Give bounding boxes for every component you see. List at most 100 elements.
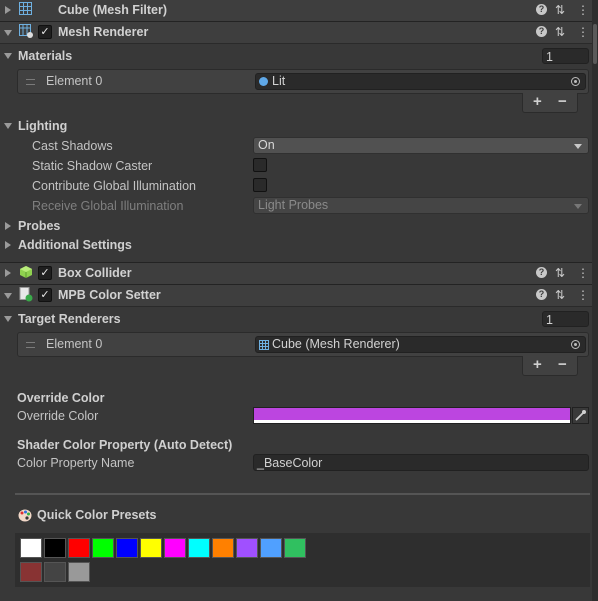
target-renderers-label[interactable]: Target Renderers xyxy=(18,312,121,326)
additional-settings-label[interactable]: Additional Settings xyxy=(18,238,132,252)
materials-add-remove: + − xyxy=(522,93,578,113)
renderers-add-remove: + − xyxy=(522,356,578,376)
materials-size-field[interactable]: 1 xyxy=(542,48,589,64)
foldout-collapsed-icon[interactable] xyxy=(5,6,11,14)
color-preset-swatch[interactable] xyxy=(44,538,66,558)
presets-icon[interactable]: ⇅ xyxy=(555,288,565,302)
color-preset-swatch[interactable] xyxy=(212,538,234,558)
color-property-name-label: Color Property Name xyxy=(17,456,135,470)
object-picker-icon[interactable] xyxy=(571,77,580,86)
probes-label[interactable]: Probes xyxy=(18,219,60,233)
object-picker-icon[interactable] xyxy=(571,340,580,349)
add-element-button[interactable]: + xyxy=(533,94,542,110)
material-icon xyxy=(259,77,268,86)
foldout-expanded-icon[interactable] xyxy=(4,293,12,299)
color-preset-swatch[interactable] xyxy=(20,538,42,558)
cast-shadows-dropdown[interactable]: On xyxy=(253,137,589,154)
more-menu-icon[interactable]: ⋮ xyxy=(577,3,589,17)
target-renderers-size-field[interactable]: 1 xyxy=(542,311,589,327)
static-shadow-caster-checkbox[interactable] xyxy=(253,158,267,172)
color-preset-swatch[interactable] xyxy=(284,538,306,558)
materials-foldout-icon[interactable] xyxy=(4,53,12,59)
help-icon[interactable]: ? xyxy=(536,26,547,37)
add-element-button[interactable]: + xyxy=(533,357,542,373)
receive-gi-dropdown: Light Probes xyxy=(253,197,589,214)
help-icon[interactable]: ? xyxy=(536,289,547,300)
remove-element-button[interactable]: − xyxy=(558,94,567,110)
target-renderers-foldout-icon[interactable] xyxy=(4,316,12,322)
chevron-down-icon xyxy=(574,204,582,209)
mesh-renderer-enabled-checkbox[interactable]: ✓ xyxy=(38,25,52,39)
presets-icon[interactable]: ⇅ xyxy=(555,3,565,17)
mesh-renderer-header[interactable]: ✓ Mesh Renderer ? ⇅ ⋮ xyxy=(0,21,592,44)
target-renderers-list: Element 0 Cube (Mesh Renderer) xyxy=(17,332,589,357)
contribute-gi-checkbox[interactable] xyxy=(253,178,267,192)
foldout-collapsed-icon[interactable] xyxy=(5,269,11,277)
cast-shadows-label: Cast Shadows xyxy=(32,139,113,153)
more-menu-icon[interactable]: ⋮ xyxy=(577,266,589,280)
probes-foldout-icon[interactable] xyxy=(5,222,11,230)
palette-icon xyxy=(18,509,32,522)
color-preset-swatch[interactable] xyxy=(116,538,138,558)
box-collider-header[interactable]: ✓ Box Collider ? ⇅ ⋮ xyxy=(0,262,592,285)
material-value: Lit xyxy=(272,74,286,88)
contribute-gi-label: Contribute Global Illumination xyxy=(32,179,196,193)
script-icon xyxy=(19,287,33,302)
shader-property-header: Shader Color Property (Auto Detect) xyxy=(17,438,233,452)
scrollbar-thumb[interactable] xyxy=(593,24,597,64)
override-color-field[interactable] xyxy=(253,407,571,424)
receive-gi-value: Light Probes xyxy=(258,198,329,212)
eyedropper-icon xyxy=(575,410,586,421)
mesh-filter-icon xyxy=(19,2,32,15)
lighting-label[interactable]: Lighting xyxy=(18,119,67,133)
lighting-foldout-icon[interactable] xyxy=(4,123,12,129)
quick-color-presets-header: Quick Color Presets xyxy=(37,508,157,522)
box-collider-title: Box Collider xyxy=(58,266,132,280)
drag-handle-icon[interactable] xyxy=(26,79,35,85)
color-preset-swatch[interactable] xyxy=(164,538,186,558)
override-color-header: Override Color xyxy=(17,391,105,405)
receive-gi-label: Receive Global Illumination xyxy=(32,199,184,213)
additional-settings-foldout-icon[interactable] xyxy=(5,241,11,249)
drag-handle-icon[interactable] xyxy=(26,342,35,348)
help-icon[interactable]: ? xyxy=(536,267,547,278)
color-preset-swatch[interactable] xyxy=(92,538,114,558)
box-collider-enabled-checkbox[interactable]: ✓ xyxy=(38,266,52,280)
mpb-color-setter-header[interactable]: ✓ MPB Color Setter ? ⇅ ⋮ xyxy=(0,284,592,307)
inspector-scrollbar[interactable] xyxy=(592,0,598,601)
presets-icon[interactable]: ⇅ xyxy=(555,25,565,39)
color-preset-swatch[interactable] xyxy=(188,538,210,558)
static-shadow-caster-label: Static Shadow Caster xyxy=(32,159,153,173)
box-collider-icon xyxy=(20,266,32,278)
color-preset-swatch[interactable] xyxy=(68,538,90,558)
eyedropper-button[interactable] xyxy=(572,407,589,424)
renderer-object-field[interactable]: Cube (Mesh Renderer) xyxy=(255,336,586,353)
more-menu-icon[interactable]: ⋮ xyxy=(577,288,589,302)
color-preset-swatch[interactable] xyxy=(20,562,42,582)
presets-icon[interactable]: ⇅ xyxy=(555,266,565,280)
mesh-renderer-icon xyxy=(19,24,33,38)
remove-element-button[interactable]: − xyxy=(558,357,567,373)
separator xyxy=(15,493,590,495)
color-preset-swatch[interactable] xyxy=(68,562,90,582)
mesh-filter-header[interactable]: Cube (Mesh Filter) ? ⇅ ⋮ xyxy=(0,0,592,22)
renderer-value: Cube (Mesh Renderer) xyxy=(272,337,400,351)
chevron-down-icon xyxy=(574,144,582,149)
color-property-name-input[interactable]: _BaseColor xyxy=(253,454,589,471)
materials-list: Element 0 Lit xyxy=(17,69,589,94)
color-preset-swatch[interactable] xyxy=(140,538,162,558)
material-object-field[interactable]: Lit xyxy=(255,73,586,90)
more-menu-icon[interactable]: ⋮ xyxy=(577,25,589,39)
cast-shadows-value: On xyxy=(258,138,275,152)
foldout-expanded-icon[interactable] xyxy=(4,30,12,36)
mpb-enabled-checkbox[interactable]: ✓ xyxy=(38,288,52,302)
help-icon[interactable]: ? xyxy=(536,4,547,15)
color-preset-swatch[interactable] xyxy=(260,538,282,558)
mpb-title: MPB Color Setter xyxy=(58,288,161,302)
element-0-label: Element 0 xyxy=(46,337,103,351)
materials-label[interactable]: Materials xyxy=(18,49,72,63)
color-preset-swatch[interactable] xyxy=(236,538,258,558)
mesh-filter-title: Cube (Mesh Filter) xyxy=(58,3,168,17)
mesh-renderer-small-icon xyxy=(259,340,269,350)
color-preset-swatch[interactable] xyxy=(44,562,66,582)
